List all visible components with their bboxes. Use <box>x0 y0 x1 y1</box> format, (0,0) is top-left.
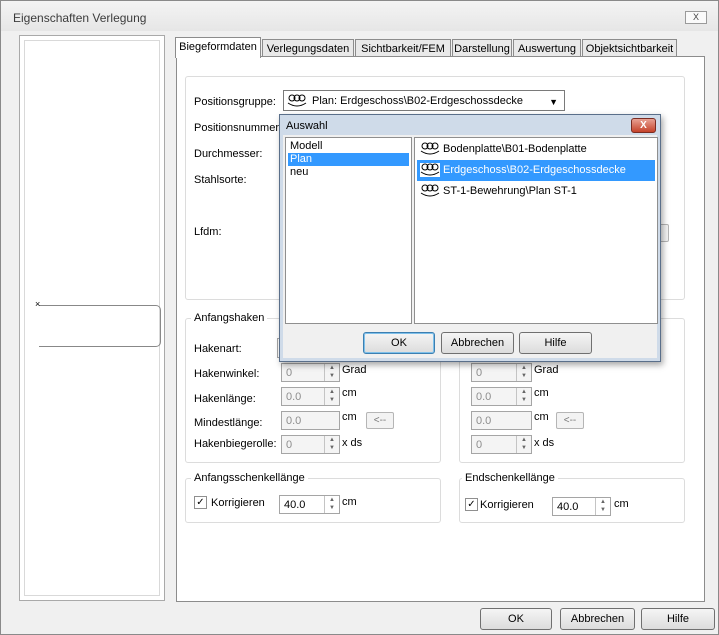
dialog-help-button[interactable]: Hilfe <box>519 332 592 354</box>
hakenbiegerolle-unit: x ds <box>342 437 363 449</box>
list-item-modell[interactable]: Modell <box>288 140 324 153</box>
window-close-button[interactable]: X <box>685 11 707 24</box>
cancel-button[interactable]: Abbrechen <box>560 608 635 630</box>
list-item-label: Erdgeschoss\B02-Erdgeschossdecke <box>443 164 626 176</box>
title-bar[interactable]: Eigenschaften Verlegung X <box>1 1 718 31</box>
group-icon <box>420 142 440 155</box>
anfangsschenkel-spinner[interactable]: ▲ ▼ <box>324 496 339 513</box>
hakenlaenge-value: 0.0 <box>286 391 302 403</box>
dialog-cancel-button[interactable]: Abbrechen <box>441 332 514 354</box>
hakenwinkel-label: Hakenwinkel: <box>194 368 260 380</box>
end-hakenbiegerolle-input[interactable]: 0 ▲ ▼ <box>471 435 532 454</box>
group-icon <box>420 163 440 177</box>
ok-button[interactable]: OK <box>480 608 552 630</box>
lfdm-label: Lfdm: <box>194 226 222 238</box>
list-item-plan[interactable]: Plan <box>288 153 409 166</box>
dialog-close-button[interactable]: X <box>631 118 656 133</box>
anfangshaken-title: Anfangshaken <box>191 312 268 324</box>
end-mindestlaenge-value: 0.0 <box>476 415 492 427</box>
end-hakenwinkel-spinner[interactable]: ▲ ▼ <box>516 364 531 381</box>
hakenwinkel-unit: Grad <box>342 364 367 376</box>
hakenlaenge-input[interactable]: 0.0 ▲ ▼ <box>281 387 340 406</box>
end-hakenbiegerolle-value: 0 <box>476 439 483 451</box>
hakenbiegerolle-label: Hakenbiegerolle: <box>194 438 277 450</box>
anfangsschenkel-value: 40.0 <box>284 499 306 511</box>
list-item-neu[interactable]: neu <box>288 166 310 179</box>
endschenkel-input[interactable]: 40.0 ▲ ▼ <box>552 497 611 516</box>
mindestlaenge-value: 0.0 <box>286 415 302 427</box>
dialog-ok-button[interactable]: OK <box>363 332 435 354</box>
anfangsschenkel-unit: cm <box>342 496 357 508</box>
list-item-label: ST-1-Bewehrung\Plan ST-1 <box>443 185 577 197</box>
positionsgruppe-select[interactable]: Plan: Erdgeschoss\B02-Erdgeschossdecke ▼ <box>283 90 565 111</box>
category-list[interactable]: Modell Plan neu <box>285 137 412 324</box>
anfangsschenkel-checkbox[interactable]: ✓ <box>194 496 207 509</box>
end-hakenlaenge-spinner[interactable]: ▲ ▼ <box>516 388 531 405</box>
positionsnummer-label: Positionsnummer: <box>194 122 283 134</box>
list-item-label: Bodenplatte\B01-Bodenplatte <box>443 143 587 155</box>
hakenwinkel-input[interactable]: 0 ▲ ▼ <box>281 363 340 382</box>
hakenlaenge-spinner[interactable]: ▲ ▼ <box>324 388 339 405</box>
mindestlaenge-input[interactable]: 0.0 <box>281 411 340 430</box>
list-item-bodenplatte[interactable]: Bodenplatte\B01-Bodenplatte <box>417 139 655 160</box>
endschenkel-unit: cm <box>614 498 629 510</box>
end-hakenlaenge-unit: cm <box>534 387 549 399</box>
list-item-st1-bewehrung[interactable]: ST-1-Bewehrung\Plan ST-1 <box>417 181 655 202</box>
mindestlaenge-apply-button[interactable]: <-- <box>366 412 394 429</box>
end-hakenlaenge-input[interactable]: 0.0 ▲ ▼ <box>471 387 532 406</box>
mindestlaenge-label: Mindestlänge: <box>194 417 263 429</box>
end-mindestlaenge-unit: cm <box>534 411 549 423</box>
tab-darstellung[interactable]: Darstellung <box>452 39 512 57</box>
end-hakenbiegerolle-spinner[interactable]: ▲ ▼ <box>516 436 531 453</box>
anfangsschenkel-input[interactable]: 40.0 ▲ ▼ <box>279 495 340 514</box>
tab-objektsichtbarkeit[interactable]: Objektsichtbarkeit <box>582 39 677 57</box>
end-hakenwinkel-value: 0 <box>476 367 483 379</box>
end-hakenlaenge-value: 0.0 <box>476 391 492 403</box>
tab-biegeformdaten[interactable]: Biegeformdaten <box>175 37 261 58</box>
positionsgruppe-label: Positionsgruppe: <box>194 96 276 108</box>
group-icon <box>420 184 440 197</box>
tab-verlegungsdaten[interactable]: Verlegungsdaten <box>262 39 354 57</box>
stahlsorte-label: Stahlsorte: <box>194 174 247 186</box>
dialog-body: Modell Plan neu Bodenplatte\B01-Bodenpla… <box>283 135 658 358</box>
anfangsschenkel-check-label: Korrigieren <box>211 497 265 509</box>
endschenkel-title: Endschenkellänge <box>462 472 558 484</box>
tab-auswertung[interactable]: Auswertung <box>513 39 581 57</box>
bar-shape-preview <box>39 305 161 347</box>
positionsgruppe-value: Plan: Erdgeschoss\B02-Erdgeschossdecke <box>312 95 523 107</box>
hakenlaenge-label: Hakenlänge: <box>194 393 256 405</box>
help-button[interactable]: Hilfe <box>641 608 715 630</box>
hakenart-label: Hakenart: <box>194 343 242 355</box>
hakenbiegerolle-spinner[interactable]: ▲ ▼ <box>324 436 339 453</box>
dropdown-arrow-icon: ▼ <box>549 97 558 107</box>
preview-canvas: × <box>24 40 161 596</box>
end-hakenwinkel-unit: Grad <box>534 364 559 376</box>
anfangsschenkel-title: Anfangsschenkellänge <box>191 472 308 484</box>
mindestlaenge-unit: cm <box>342 411 357 423</box>
tab-sichtbarkeit-fem[interactable]: Sichtbarkeit/FEM <box>355 39 451 57</box>
endschenkel-check-label: Korrigieren <box>480 499 534 511</box>
hakenwinkel-spinner[interactable]: ▲ ▼ <box>324 364 339 381</box>
hakenlaenge-unit: cm <box>342 387 357 399</box>
endschenkel-spinner[interactable]: ▲ ▼ <box>595 498 610 515</box>
durchmesser-label: Durchmesser: <box>194 148 263 160</box>
window-title: Eigenschaften Verlegung <box>13 11 147 25</box>
preview-marker-icon: × <box>35 299 41 309</box>
group-icon <box>287 94 307 107</box>
auswahl-dialog: Auswahl X Modell Plan neu Bodenplatte\B0… <box>279 114 661 362</box>
endschenkel-checkbox[interactable]: ✓ <box>465 498 478 511</box>
endschenkel-value: 40.0 <box>557 501 579 513</box>
group-list[interactable]: Bodenplatte\B01-Bodenplatte Erdgeschoss\… <box>414 137 658 324</box>
hakenbiegerolle-input[interactable]: 0 ▲ ▼ <box>281 435 340 454</box>
end-mindestlaenge-input[interactable]: 0.0 <box>471 411 532 430</box>
list-item-erdgeschoss[interactable]: Erdgeschoss\B02-Erdgeschossdecke <box>417 160 655 181</box>
preview-panel: × <box>19 35 165 601</box>
end-hakenbiegerolle-unit: x ds <box>534 437 555 449</box>
end-hakenwinkel-input[interactable]: 0 ▲ ▼ <box>471 363 532 382</box>
dialog-title: Auswahl <box>286 120 328 132</box>
hakenbiegerolle-value: 0 <box>286 439 293 451</box>
end-mindestlaenge-apply-button[interactable]: <-- <box>556 412 584 429</box>
hakenwinkel-value: 0 <box>286 367 293 379</box>
